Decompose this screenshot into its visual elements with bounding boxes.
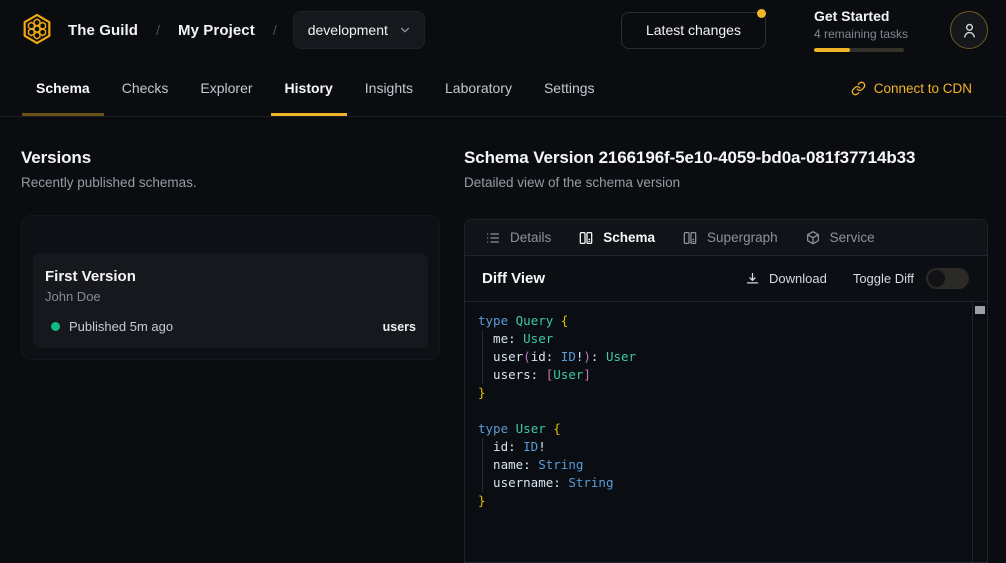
- primary-nav: SchemaChecksExplorerHistoryInsightsLabor…: [0, 60, 1006, 117]
- version-list-item[interactable]: First Version John Doe Published 5m ago …: [33, 253, 428, 348]
- user-icon: [960, 21, 979, 40]
- versions-list-card: First Version John Doe Published 5m ago …: [21, 215, 440, 360]
- version-author: John Doe: [45, 289, 416, 304]
- main-content: Versions Recently published schemas. Fir…: [0, 117, 1006, 563]
- nav-tab-explorer[interactable]: Explorer: [186, 60, 266, 116]
- indent-guide: [482, 438, 483, 492]
- detail-tab-label: Service: [830, 230, 875, 245]
- toggle-diff-switch[interactable]: [926, 268, 969, 289]
- detail-tab-label: Schema: [603, 230, 655, 245]
- link-icon: [851, 81, 866, 96]
- service-badge: users: [383, 320, 416, 334]
- version-name: First Version: [45, 268, 416, 285]
- chevron-down-icon: [398, 23, 412, 37]
- connect-to-cdn-button[interactable]: Connect to CDN: [851, 81, 972, 96]
- nav-tabs: SchemaChecksExplorerHistoryInsightsLabor…: [22, 60, 613, 116]
- hive-logo-icon[interactable]: [20, 12, 54, 48]
- schema-code-viewer: type Query { me: User user(id: ID!): Use…: [465, 302, 987, 562]
- versions-column: Versions Recently published schemas. Fir…: [0, 117, 464, 563]
- get-started-widget[interactable]: Get Started 4 remaining tasks: [814, 8, 908, 52]
- code-line: type User {: [478, 420, 972, 438]
- detail-tab-service[interactable]: Service: [805, 230, 875, 246]
- code-line: username: String: [478, 474, 972, 492]
- versions-title: Versions: [21, 147, 440, 169]
- diff-view-title: Diff View: [482, 270, 545, 287]
- detail-tab-details[interactable]: Details: [485, 230, 551, 246]
- detail-tab-label: Supergraph: [707, 230, 778, 245]
- code-scrollbar: [972, 302, 987, 562]
- latest-changes-button[interactable]: Latest changes: [621, 12, 766, 49]
- indent-guide: [482, 330, 483, 384]
- version-detail-panel: Details Schema Supergraph Service Diff View…: [464, 219, 988, 563]
- get-started-subtitle: 4 remaining tasks: [814, 27, 908, 41]
- toggle-knob: [928, 270, 945, 287]
- nav-tab-insights[interactable]: Insights: [351, 60, 427, 116]
- code-line: id: ID!: [478, 438, 972, 456]
- code-line: }: [478, 492, 972, 510]
- download-icon: [745, 271, 760, 286]
- detail-tab-label: Details: [510, 230, 551, 245]
- columns-icon: [578, 230, 594, 246]
- versions-subtitle: Recently published schemas.: [21, 175, 440, 190]
- toggle-diff-label: Toggle Diff: [853, 271, 914, 286]
- cube-icon: [805, 230, 821, 246]
- breadcrumb-separator: /: [156, 22, 160, 38]
- version-detail-column: Schema Version 2166196f-5e10-4059-bd0a-0…: [464, 117, 988, 563]
- published-status-dot: [51, 322, 60, 331]
- latest-changes-label: Latest changes: [646, 22, 741, 38]
- get-started-progress-fill: [814, 48, 850, 52]
- download-button[interactable]: Download: [745, 271, 827, 286]
- code-line: name: String: [478, 456, 972, 474]
- code-line: }: [478, 384, 972, 402]
- nav-tab-schema[interactable]: Schema: [22, 60, 104, 116]
- detail-tab-supergraph[interactable]: Supergraph: [682, 230, 778, 246]
- get-started-progressbar: [814, 48, 904, 52]
- code-line: user(id: ID!): User: [478, 348, 972, 366]
- breadcrumb-org[interactable]: The Guild: [68, 22, 138, 39]
- breadcrumb-separator: /: [273, 22, 277, 38]
- user-avatar[interactable]: [950, 11, 988, 49]
- code-line: type Query {: [478, 312, 972, 330]
- schema-version-subtitle: Detailed view of the schema version: [464, 175, 988, 190]
- detail-tabs: Details Schema Supergraph Service: [465, 220, 987, 256]
- graphql-code: type Query { me: User user(id: ID!): Use…: [465, 302, 972, 562]
- nav-tab-settings[interactable]: Settings: [530, 60, 609, 116]
- list-icon: [485, 230, 501, 246]
- nav-tab-history[interactable]: History: [271, 60, 347, 116]
- code-line: me: User: [478, 330, 972, 348]
- schema-version-title: Schema Version 2166196f-5e10-4059-bd0a-0…: [464, 147, 988, 169]
- columns-icon: [682, 230, 698, 246]
- target-selector-value: development: [308, 22, 388, 38]
- detail-tab-schema[interactable]: Schema: [578, 230, 655, 246]
- breadcrumb: The Guild / My Project /: [68, 22, 277, 39]
- breadcrumb-project[interactable]: My Project: [178, 22, 255, 39]
- app-header: The Guild / My Project / development Lat…: [0, 0, 1006, 60]
- code-line: [478, 402, 972, 420]
- get-started-title: Get Started: [814, 8, 908, 25]
- connect-to-cdn-label: Connect to CDN: [874, 81, 972, 96]
- notification-dot: [757, 9, 766, 18]
- version-status: Published 5m ago: [69, 319, 173, 334]
- diff-toolbar: Diff View Download Toggle Diff: [465, 256, 987, 302]
- download-label: Download: [769, 271, 827, 286]
- nav-tab-checks[interactable]: Checks: [108, 60, 183, 116]
- target-selector[interactable]: development: [293, 11, 425, 49]
- code-line: users: [User]: [478, 366, 972, 384]
- code-scrollbar-thumb[interactable]: [975, 306, 985, 314]
- nav-tab-laboratory[interactable]: Laboratory: [431, 60, 526, 116]
